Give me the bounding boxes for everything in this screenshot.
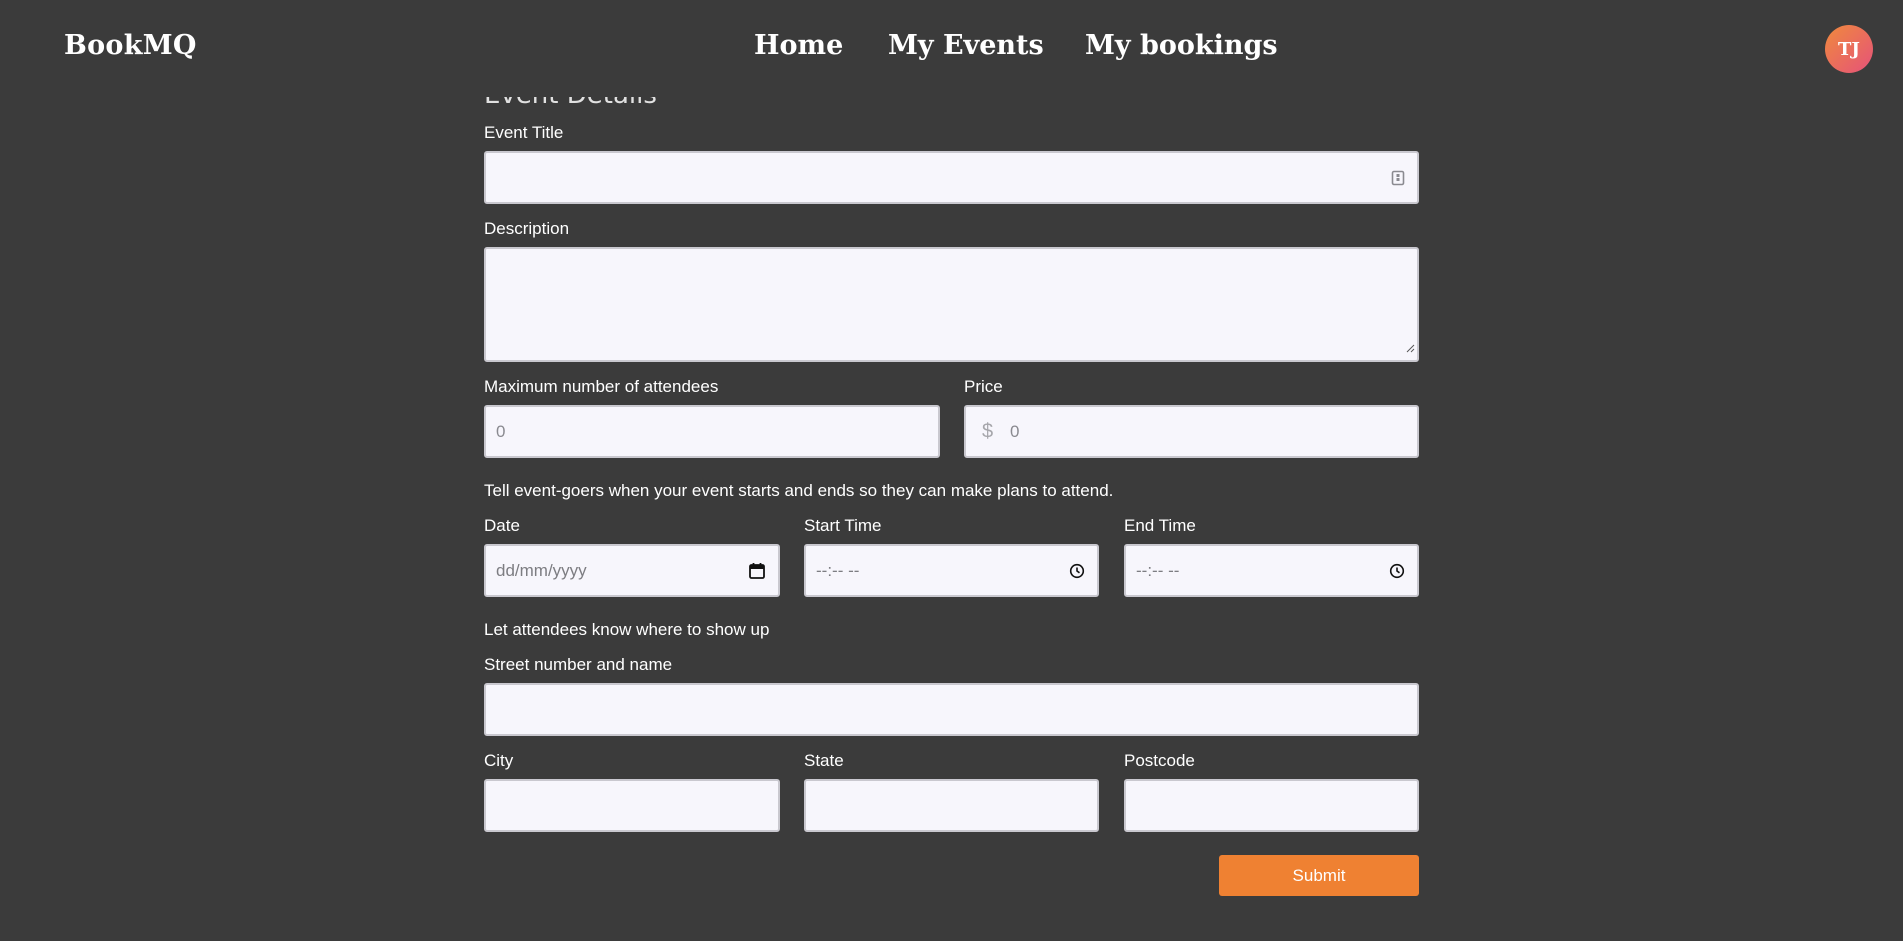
- nav-link-home[interactable]: Home: [754, 30, 843, 61]
- street-input[interactable]: [486, 685, 1417, 734]
- date-field[interactable]: dd/mm/yyyy: [484, 544, 780, 597]
- end-time-field[interactable]: --:-- --: [1124, 544, 1419, 597]
- brand-logo[interactable]: BookMQ: [64, 30, 197, 61]
- state-label: State: [804, 751, 844, 770]
- price-input[interactable]: [966, 407, 1417, 456]
- description-textarea[interactable]: [486, 249, 1417, 360]
- schedule-hint: Tell event-goers when your event starts …: [484, 481, 1114, 500]
- postcode-input[interactable]: [1126, 781, 1417, 830]
- event-title-field[interactable]: [484, 151, 1419, 204]
- state-field[interactable]: [804, 779, 1099, 832]
- nav-link-my-events[interactable]: My Events: [888, 30, 1044, 61]
- start-time-label: Start Time: [804, 516, 882, 535]
- user-avatar[interactable]: TJ: [1825, 25, 1873, 73]
- city-label: City: [484, 751, 514, 770]
- state-input[interactable]: [806, 781, 1097, 830]
- start-time-placeholder: --:-- --: [816, 560, 860, 580]
- postcode-field[interactable]: [1124, 779, 1419, 832]
- date-label: Date: [484, 516, 520, 535]
- clipboard-icon[interactable]: [1391, 170, 1405, 186]
- clock-icon[interactable]: [1069, 563, 1085, 579]
- dollar-sign: $: [982, 420, 994, 442]
- city-input[interactable]: [486, 781, 778, 830]
- event-title-input[interactable]: [486, 153, 1417, 202]
- max-attendees-input[interactable]: [486, 407, 938, 456]
- max-attendees-field[interactable]: [484, 405, 940, 458]
- resize-grip-icon[interactable]: [1405, 338, 1415, 358]
- street-label: Street number and name: [484, 655, 673, 674]
- start-time-field[interactable]: --:-- --: [804, 544, 1099, 597]
- price-label: Price: [964, 377, 1003, 396]
- nav-link-my-bookings[interactable]: My bookings: [1085, 30, 1278, 61]
- description-label: Description: [484, 219, 570, 238]
- date-placeholder: dd/mm/yyyy: [496, 560, 587, 580]
- location-hint: Let attendees know where to show up: [484, 620, 770, 639]
- description-field[interactable]: [484, 247, 1419, 362]
- submit-button[interactable]: Submit: [1219, 855, 1419, 896]
- end-time-placeholder: --:-- --: [1136, 560, 1180, 580]
- event-title-label: Event Title: [484, 123, 564, 142]
- price-field[interactable]: $: [964, 405, 1419, 458]
- street-field[interactable]: [484, 683, 1419, 736]
- end-time-label: End Time: [1124, 516, 1196, 535]
- top-navbar: BookMQ Home My Events My bookings TJ: [0, 0, 1903, 97]
- city-field[interactable]: [484, 779, 780, 832]
- max-attendees-label: Maximum number of attendees: [484, 377, 719, 396]
- postcode-label: Postcode: [1124, 751, 1195, 770]
- clock-icon[interactable]: [1389, 563, 1405, 579]
- calendar-icon[interactable]: [748, 562, 766, 580]
